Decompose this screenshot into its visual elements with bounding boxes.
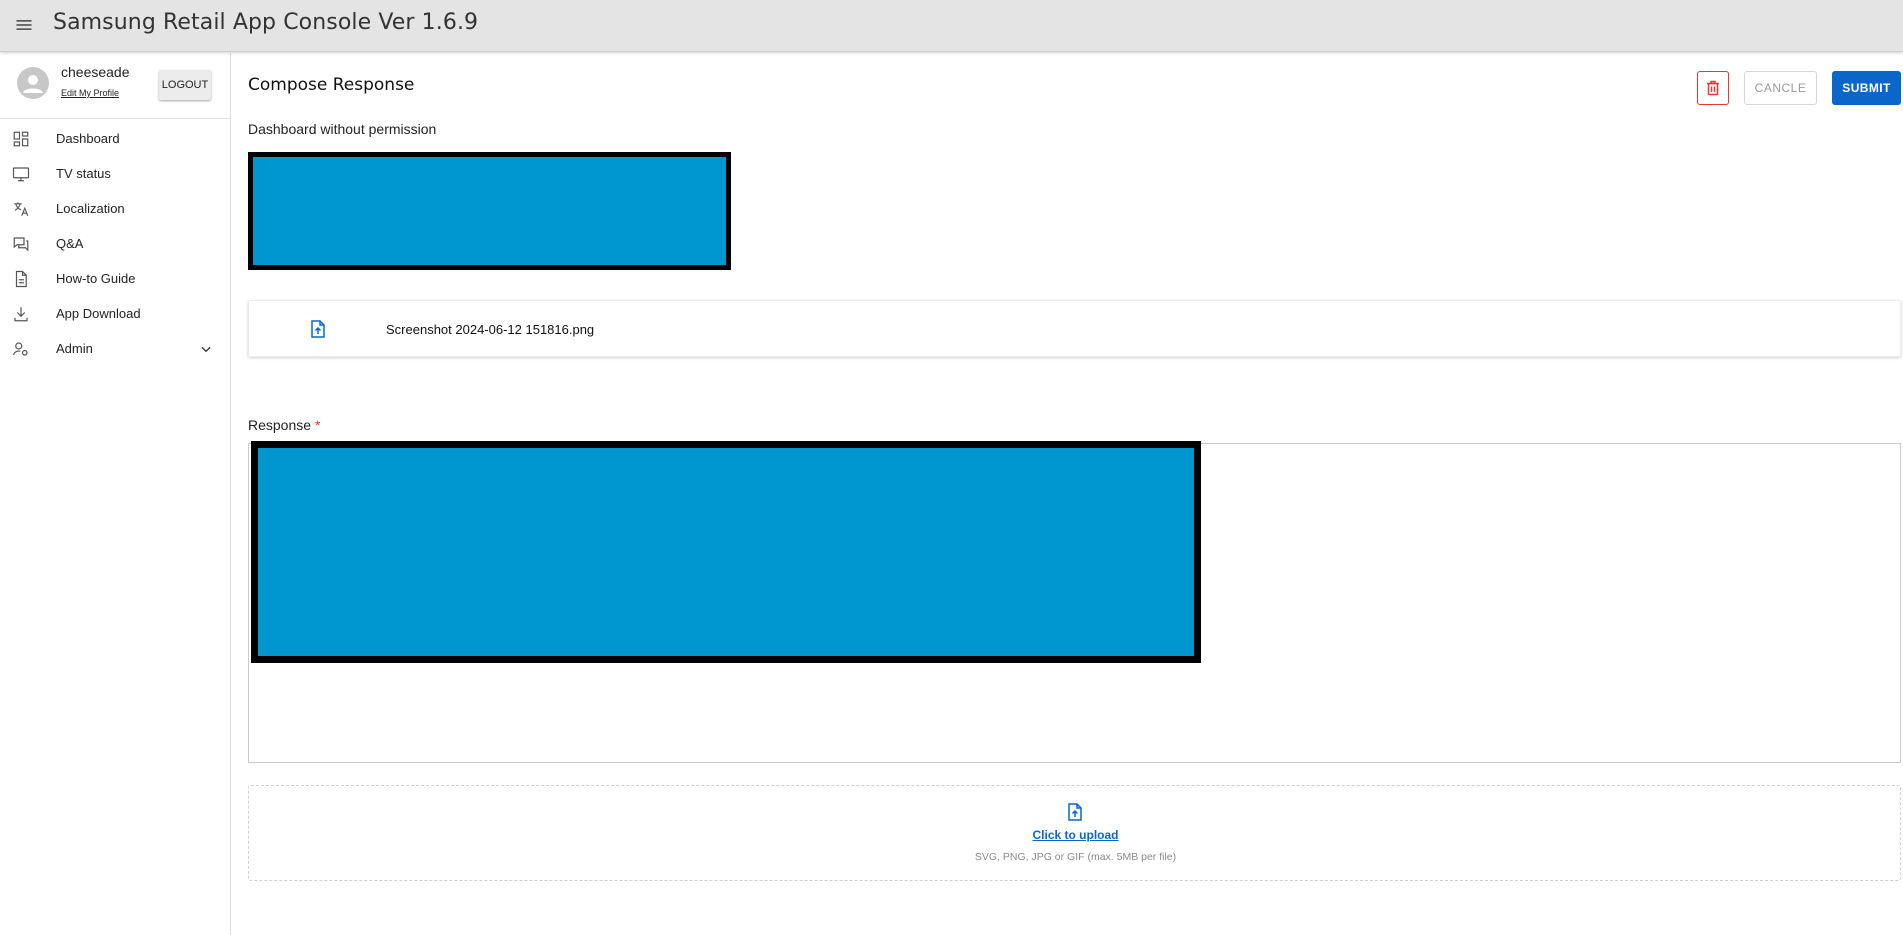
sidebar-nav: Dashboard TV status Localization Q&A How… [0,121,230,366]
app-title: Samsung Retail App Console Ver 1.6.9 [53,10,479,35]
required-mark: * [315,417,321,433]
username: cheeseade [61,64,130,80]
app-bar: Samsung Retail App Console Ver 1.6.9 [0,0,1903,52]
person-icon [23,75,43,93]
redacted-response-content [251,441,1201,663]
hamburger-menu-icon[interactable] [14,15,34,35]
sidebar-item-admin[interactable]: Admin [0,331,230,366]
sidebar-item-label: TV status [56,166,111,181]
dashboard-icon [13,131,29,147]
submit-button[interactable]: SUBMIT [1832,71,1901,105]
user-profile: cheeseade Edit My Profile LOGOUT [0,53,230,119]
sidebar: cheeseade Edit My Profile LOGOUT Dashboa… [0,53,231,935]
upload-hint: SVG, PNG, JPG or GIF (max. 5MB per file) [974,851,1177,863]
monitor-icon [12,167,30,182]
trash-icon [1707,80,1719,96]
attachment-file-name: Screenshot 2024-06-12 151816.png [386,322,595,337]
sidebar-item-label: Admin [56,341,93,356]
response-label-text: Response [248,417,312,433]
sidebar-item-app-download[interactable]: App Download [0,296,230,331]
sidebar-item-label: Localization [56,201,125,216]
admin-icon [12,342,28,356]
response-label: Response * [248,417,321,433]
delete-button[interactable] [1697,71,1729,105]
file-upload-icon [1068,803,1082,821]
download-icon [14,307,28,322]
forum-icon [13,237,29,252]
sidebar-item-dashboard[interactable]: Dashboard [0,121,230,156]
avatar [17,67,49,99]
sidebar-item-how-to-guide[interactable]: How-to Guide [0,261,230,296]
sidebar-item-label: Q&A [56,236,84,251]
page-title: Compose Response [248,75,415,95]
cancel-button[interactable]: CANCLE [1744,71,1817,105]
upload-dropzone[interactable]: Click to upload SVG, PNG, JPG or GIF (ma… [248,785,1901,881]
chevron-down-icon[interactable] [199,342,213,356]
translate-icon [14,202,29,216]
question-title: Dashboard without permission [248,121,437,137]
sidebar-item-tv-status[interactable]: TV status [0,156,230,191]
logout-button[interactable]: LOGOUT [159,70,211,100]
sidebar-item-label: Dashboard [56,131,120,146]
attachment-item[interactable]: Screenshot 2024-06-12 151816.png [248,300,1901,357]
sidebar-item-label: How-to Guide [56,271,136,286]
redacted-question-content [248,152,731,270]
sidebar-item-label: App Download [56,306,141,321]
sidebar-item-localization[interactable]: Localization [0,191,230,226]
sidebar-item-qa[interactable]: Q&A [0,226,230,261]
document-icon [15,270,27,288]
click-to-upload-link[interactable]: Click to upload [249,828,1902,842]
main-content: Compose Response CANCLE SUBMIT Dashboard… [232,53,1903,935]
edit-profile-link[interactable]: Edit My Profile [61,88,119,98]
file-upload-icon [311,320,325,338]
